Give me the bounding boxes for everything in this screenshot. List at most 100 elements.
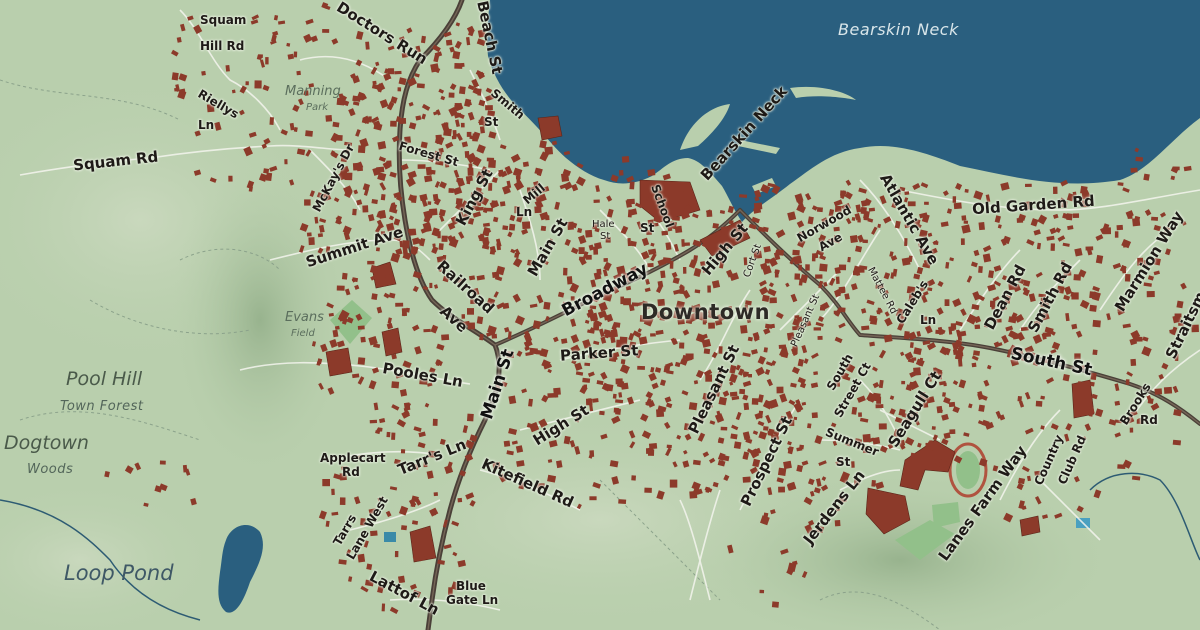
building — [296, 70, 301, 76]
building — [322, 479, 330, 487]
downtown-label: Downtown — [641, 300, 771, 324]
building — [386, 160, 392, 167]
loop-pond-label: Loop Pond — [64, 561, 174, 585]
building — [857, 266, 865, 273]
building — [692, 459, 701, 466]
building — [228, 175, 233, 182]
building — [304, 199, 311, 206]
building — [644, 487, 652, 493]
building — [394, 551, 399, 558]
building — [429, 282, 433, 289]
building — [410, 502, 416, 508]
building — [1085, 246, 1094, 251]
building — [499, 201, 506, 207]
building — [502, 225, 509, 231]
building — [376, 166, 385, 173]
building — [402, 240, 410, 249]
building — [508, 395, 517, 405]
building — [1122, 266, 1127, 274]
track-infield — [956, 451, 980, 489]
building — [1129, 427, 1134, 433]
building — [1130, 167, 1138, 173]
building — [869, 315, 877, 322]
map-view[interactable]: Bearskin Neck Loop Pond Downtown Manning… — [0, 0, 1200, 630]
building — [336, 285, 345, 291]
building — [769, 297, 777, 304]
building — [448, 92, 455, 98]
building — [441, 235, 448, 242]
building — [467, 167, 474, 176]
building — [372, 80, 377, 86]
building — [978, 266, 983, 274]
building — [694, 289, 701, 294]
building — [593, 199, 600, 203]
building — [857, 219, 861, 223]
building — [1081, 397, 1087, 406]
building — [1114, 400, 1121, 406]
building — [592, 398, 599, 403]
pool-hill-label: Pool Hill — [66, 368, 143, 390]
building — [858, 412, 862, 417]
building — [427, 201, 432, 205]
street-label-school-st: St — [640, 221, 655, 235]
street-label-calebs-ln: Ln — [920, 313, 937, 327]
building — [942, 392, 946, 397]
evans-field-label: Evans — [285, 310, 324, 325]
building — [171, 72, 179, 81]
building — [1135, 156, 1144, 162]
building — [792, 249, 800, 256]
building — [400, 525, 408, 531]
building — [599, 410, 605, 416]
building — [778, 486, 786, 493]
building — [478, 119, 483, 126]
building — [381, 603, 386, 612]
building — [638, 336, 648, 345]
building — [459, 86, 466, 95]
building — [759, 589, 765, 594]
building — [648, 442, 658, 450]
building — [669, 479, 678, 488]
building — [1143, 173, 1150, 181]
building — [308, 237, 315, 246]
building — [357, 357, 366, 365]
building — [596, 268, 602, 275]
building — [819, 263, 828, 272]
building — [362, 205, 369, 213]
street-label-applecart-rd: Applecart — [320, 451, 386, 465]
building — [325, 114, 333, 122]
building — [386, 431, 391, 438]
building — [883, 334, 893, 343]
building — [783, 460, 792, 470]
building — [335, 134, 343, 141]
building — [629, 181, 635, 190]
building — [399, 117, 407, 124]
building — [626, 198, 635, 205]
building — [201, 70, 206, 76]
building — [924, 201, 929, 205]
building — [1017, 396, 1022, 402]
building — [1125, 379, 1130, 385]
building — [522, 221, 531, 230]
building — [1176, 300, 1184, 309]
building — [835, 276, 840, 284]
building — [385, 274, 392, 281]
building — [948, 401, 956, 408]
building — [623, 298, 631, 306]
building — [627, 209, 633, 218]
building — [604, 383, 614, 392]
building — [584, 362, 591, 367]
building — [960, 238, 965, 245]
building — [547, 392, 556, 398]
building — [341, 272, 348, 280]
building — [566, 276, 573, 285]
building — [357, 325, 365, 330]
building — [904, 238, 908, 247]
building — [368, 116, 372, 123]
street-label-smith-st: St — [484, 115, 499, 129]
building — [1092, 319, 1101, 328]
building — [432, 418, 438, 426]
building — [365, 41, 370, 50]
building — [739, 388, 746, 395]
building — [733, 441, 742, 450]
building — [589, 496, 597, 501]
